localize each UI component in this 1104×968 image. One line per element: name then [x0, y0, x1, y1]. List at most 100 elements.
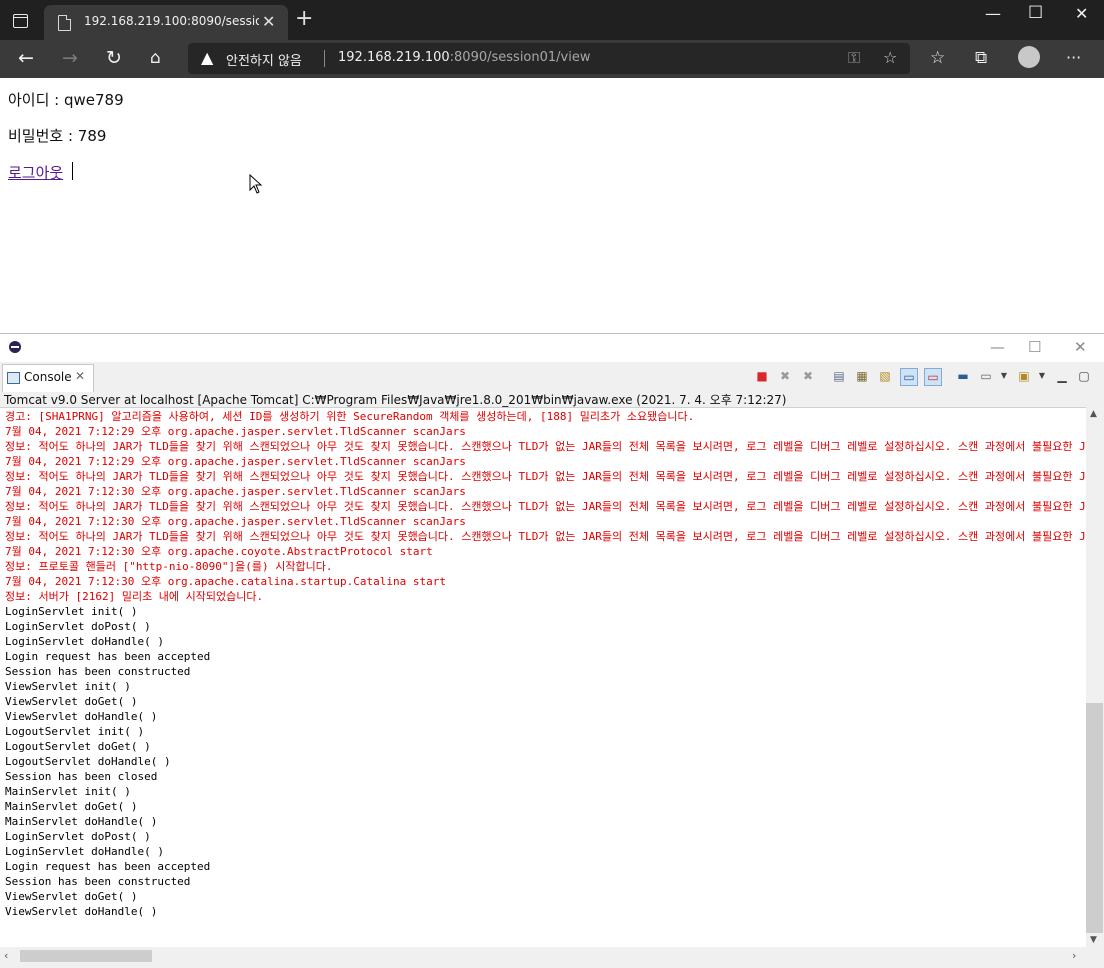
page-favicon-icon	[58, 15, 71, 31]
console-line: 정보: 적어도 하나의 JAR가 TLD들을 찾기 위해 스캔되었으나 아무 것…	[5, 470, 1085, 483]
mouse-pointer-icon	[249, 174, 263, 194]
terminate-icon[interactable]: ■	[754, 368, 770, 384]
eclipse-close-icon[interactable]: ✕	[1074, 338, 1087, 356]
browser-titlebar: 192.168.219.100:8090/session01/ ✕ + — ☐ …	[0, 0, 1104, 40]
console-line: LoginServlet init( )	[5, 605, 138, 618]
console-line: MainServlet doHandle( )	[5, 815, 158, 828]
console-line: ViewServlet init( )	[5, 680, 131, 693]
console-line: LogoutServlet init( )	[5, 725, 145, 738]
horizontal-scroll-thumb[interactable]	[20, 950, 152, 962]
eclipse-minimize-icon[interactable]: —	[990, 338, 1005, 356]
scroll-lock-icon[interactable]: ▦	[854, 368, 870, 384]
console-line: LoginServlet doHandle( )	[5, 635, 164, 648]
console-line: 정보: 서버가 [2162] 밀리초 내에 시작되었습니다.	[5, 590, 264, 603]
console-line: LogoutServlet doHandle( )	[5, 755, 171, 768]
show-on-stderr-icon[interactable]: ▭	[924, 368, 942, 386]
console-line: 7월 04, 2021 7:12:29 오후 org.apache.jasper…	[5, 455, 466, 468]
scroll-left-icon[interactable]: ‹	[4, 949, 8, 962]
address-separator	[324, 50, 325, 67]
display-console-icon[interactable]: ▭	[978, 368, 994, 384]
key-icon[interactable]: ⚿	[848, 48, 860, 68]
console-line: 7월 04, 2021 7:12:30 오후 org.apache.catali…	[5, 575, 446, 588]
console-line: LoginServlet doHandle( )	[5, 845, 164, 858]
home-icon[interactable]: ⌂	[150, 47, 161, 69]
view-maximize-icon[interactable]: ▢	[1076, 368, 1092, 384]
console-line: MainServlet init( )	[5, 785, 131, 798]
console-lines: 경고: [SHA1PRNG] 알고리즘을 사용하여, 세션 ID를 생성하기 위…	[5, 409, 1085, 919]
eclipse-window: — ☐ ✕ Console ✕ ■ ✖ ✖ ▤ ▦ ▧ ▭ ▭ ▬ ▭ ▼ ▣ …	[0, 333, 1104, 968]
console-line: LoginServlet doPost( )	[5, 620, 151, 633]
vertical-scroll-thumb[interactable]	[1086, 703, 1103, 933]
text-caret	[72, 162, 73, 180]
scroll-down-icon[interactable]: ▼	[1090, 935, 1097, 945]
collections-icon[interactable]: ⧉	[975, 47, 987, 69]
open-console-dropdown-icon[interactable]: ▼	[1034, 368, 1050, 384]
console-line: Session has been closed	[5, 770, 158, 783]
console-line: 정보: 적어도 하나의 JAR가 TLD들을 찾기 위해 스캔되었으나 아무 것…	[5, 440, 1085, 453]
console-line: 경고: [SHA1PRNG] 알고리즘을 사용하여, 세션 ID를 생성하기 위…	[5, 410, 695, 423]
console-output[interactable]: 경고: [SHA1PRNG] 알고리즘을 사용하여, 세션 ID를 생성하기 위…	[0, 407, 1086, 948]
maximize-icon[interactable]: ☐	[1028, 3, 1043, 23]
console-line: ViewServlet doGet( )	[5, 890, 138, 903]
scroll-right-icon[interactable]: ›	[1072, 949, 1076, 962]
console-line: LogoutServlet doGet( )	[5, 740, 151, 753]
remove-launch-icon[interactable]: ✖	[777, 368, 793, 384]
web-page: 아이디 : qwe789 비밀번호 : 789 로그아웃	[0, 78, 1104, 333]
profile-avatar[interactable]	[1018, 46, 1040, 68]
new-tab-icon[interactable]: +	[295, 8, 313, 30]
console-line: 7월 04, 2021 7:12:29 오후 org.apache.jasper…	[5, 425, 466, 438]
back-icon[interactable]: ←	[18, 47, 34, 69]
console-line: ViewServlet doHandle( )	[5, 710, 158, 723]
console-line: ViewServlet doHandle( )	[5, 905, 158, 918]
remove-all-terminated-icon[interactable]: ✖	[800, 368, 816, 384]
logout-link[interactable]: 로그아웃	[8, 162, 63, 183]
console-line: Session has been constructed	[5, 665, 191, 678]
display-console-dropdown-icon[interactable]: ▼	[996, 368, 1012, 384]
console-line: 7월 04, 2021 7:12:30 오후 org.apache.jasper…	[5, 515, 466, 528]
open-console-icon[interactable]: ▣	[1016, 368, 1032, 384]
view-minimize-icon[interactable]: ▁	[1054, 368, 1070, 384]
url-path: :8090/session01/view	[449, 50, 591, 65]
console-horizontal-scrollbar[interactable]: ‹ ›	[0, 947, 1086, 965]
console-line: MainServlet doGet( )	[5, 800, 138, 813]
console-toolbar: ■ ✖ ✖ ▤ ▦ ▧ ▭ ▭ ▬ ▭ ▼ ▣ ▼ ▁ ▢	[0, 368, 1104, 386]
user-password-text: 비밀번호 : 789	[8, 127, 107, 145]
url-host: 192.168.219.100	[338, 50, 450, 65]
console-line: 정보: 적어도 하나의 JAR가 TLD들을 찾기 위해 스캔되었으나 아무 것…	[5, 500, 1085, 513]
browser-tab[interactable]: 192.168.219.100:8090/session01/ ✕	[44, 5, 288, 40]
security-status[interactable]: 안전하지 않음	[226, 50, 302, 69]
browser-toolbar: ← → ↻ ⌂ ▲ 안전하지 않음 192.168.219.100:8090/s…	[0, 40, 1104, 78]
word-wrap-icon[interactable]: ▧	[877, 368, 893, 384]
console-line: 정보: 프로토콜 핸들러 ["http-nio-8090"]을(를) 시작합니다…	[5, 560, 333, 573]
console-line: 7월 04, 2021 7:12:30 오후 org.apache.coyote…	[5, 545, 433, 558]
console-vertical-scrollbar[interactable]: ▲ ▼	[1086, 407, 1104, 947]
scroll-up-icon[interactable]: ▲	[1090, 409, 1097, 419]
tab-title: 192.168.219.100:8090/session01/	[84, 14, 259, 28]
tab-actions-icon[interactable]	[10, 10, 32, 32]
eclipse-maximize-icon[interactable]: ☐	[1028, 338, 1041, 356]
console-line: Session has been constructed	[5, 875, 191, 888]
address-bar[interactable]: ▲ 안전하지 않음 192.168.219.100:8090/session01…	[188, 43, 910, 74]
clear-console-icon[interactable]: ▤	[831, 368, 847, 384]
console-line: 7월 04, 2021 7:12:30 오후 org.apache.jasper…	[5, 485, 466, 498]
console-description: Tomcat v9.0 Server at localhost [Apache …	[4, 393, 787, 407]
user-id-text: 아이디 : qwe789	[8, 91, 124, 109]
console-line: Login request has been accepted	[5, 860, 211, 873]
console-line: ViewServlet doGet( )	[5, 695, 138, 708]
show-on-stdout-icon[interactable]: ▭	[900, 368, 918, 386]
eclipse-titlebar: — ☐ ✕	[0, 334, 1104, 362]
add-favorite-icon[interactable]: ☆	[883, 48, 897, 67]
warning-icon[interactable]: ▲	[201, 48, 213, 67]
eclipse-logo-icon	[9, 341, 21, 353]
tab-close-icon[interactable]: ✕	[262, 12, 275, 31]
more-menu-icon[interactable]: ···	[1066, 47, 1081, 69]
minimize-icon[interactable]: —	[985, 4, 1001, 23]
window-close-icon[interactable]: ✕	[1075, 4, 1088, 23]
favorites-icon[interactable]: ☆	[930, 47, 945, 69]
forward-icon[interactable]: →	[62, 47, 78, 69]
console-line: LoginServlet doPost( )	[5, 830, 151, 843]
refresh-icon[interactable]: ↻	[106, 47, 122, 69]
console-line: Login request has been accepted	[5, 650, 211, 663]
url-text[interactable]: 192.168.219.100:8090/session01/view	[338, 50, 590, 65]
pin-console-icon[interactable]: ▬	[955, 368, 971, 384]
